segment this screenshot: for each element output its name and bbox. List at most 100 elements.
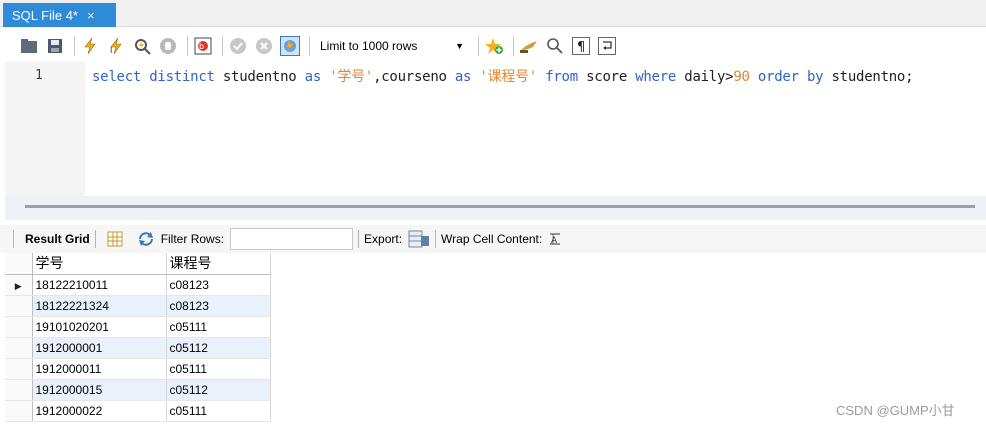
beautify-icon[interactable] [518,35,540,57]
table-row[interactable]: ▶ 18122210011 c08123 [5,274,271,296]
chevron-down-icon: ▼ [455,41,464,51]
wrap-lines-icon[interactable] [596,35,618,57]
filter-rows-label: Filter Rows: [160,232,225,246]
table-cell[interactable]: 18122221324 [32,295,167,317]
column-header[interactable]: 课程号 [166,253,271,275]
table-cell[interactable]: c05111 [166,316,271,338]
stop-icon[interactable] [157,35,179,57]
table-row[interactable]: 1912000001 c05112 [5,337,271,359]
sql-token-plain: daily> [684,69,734,85]
toolbar-divider [513,36,514,56]
panel-splitter[interactable] [25,205,975,208]
editor-toolbar: I b Limit to 1000 rows ▼ ¶ [0,30,986,62]
table-cell[interactable]: c08123 [166,295,271,317]
toolbar-divider [222,36,223,56]
explain-icon[interactable] [131,35,153,57]
table-cell[interactable]: 1912000015 [32,379,167,401]
save-icon[interactable] [44,35,66,57]
add-snippet-icon[interactable] [483,35,505,57]
table-cell[interactable]: c05111 [166,358,271,380]
table-row[interactable]: 19101020201 c05111 [5,316,271,338]
toolbar-divider [74,36,75,56]
find-icon[interactable] [544,35,566,57]
sql-editor[interactable]: 1 select distinct studentno as '学号',cour… [5,62,986,196]
refresh-icon[interactable] [137,231,155,247]
sql-token-kw: as [454,69,480,85]
wrap-cell-label: Wrap Cell Content: [441,232,543,246]
row-indicator [5,358,33,380]
table-row[interactable]: 1912000015 c05112 [5,379,271,401]
svg-text:I: I [110,46,112,55]
result-grid-tab[interactable]: Result Grid [25,232,90,246]
editor-footer [5,196,986,220]
toolbar-divider [94,230,96,248]
line-gutter: 1 [5,62,85,196]
limit-rows-label: Limit to 1000 rows [320,39,418,53]
sql-token-kw: from [545,69,587,85]
sql-token-plain: studentno [222,69,305,85]
grid-layout-icon[interactable] [107,231,123,247]
limit-rows-select[interactable]: Limit to 1000 rows ▼ [314,35,474,57]
rollback-icon[interactable] [253,35,275,57]
sql-token-num: 90 [733,69,758,85]
svg-text:A: A [551,236,558,246]
table-cell[interactable]: c05112 [166,337,271,359]
export-label: Export: [364,232,403,246]
sql-token-plain: ,courseno [373,69,455,85]
toolbar-divider [435,230,437,248]
row-indicator-header [5,253,33,275]
toolbar-divider [13,230,14,248]
toolbar-divider [478,36,479,56]
tab-title: SQL File 4* [12,7,78,23]
toggle-autocommit-icon[interactable] [279,35,301,57]
watermark: CSDN @GUMP小甘 [836,403,955,418]
column-header[interactable]: 学号 [32,253,167,275]
sql-token-kw: order by [757,69,832,85]
wrap-cell-icon[interactable]: A [548,232,562,246]
row-indicator [5,295,33,317]
sql-token-kw: select distinct [92,69,223,85]
sql-token-plain: studentno; [831,69,914,85]
sql-token-str: '课程号' [479,69,546,85]
svg-text:¶: ¶ [577,40,585,55]
table-cell[interactable]: c08123 [166,274,271,296]
folder-open-icon[interactable] [18,35,40,57]
toolbar-divider [358,230,360,248]
table-cell[interactable]: 19101020201 [32,316,167,338]
export-icon[interactable] [408,230,430,248]
tab-sql-file[interactable]: SQL File 4* × [3,3,116,27]
tab-strip: SQL File 4* × [0,0,986,27]
toolbar-divider [309,36,310,56]
table-cell[interactable]: c05111 [166,400,271,422]
svg-text:b: b [199,42,204,51]
table-cell[interactable]: 1912000022 [32,400,167,422]
filter-rows-input[interactable] [230,228,354,250]
close-icon[interactable]: × [87,8,95,23]
result-grid[interactable]: 学号 课程号 ▶ 18122210011 c08123 18122221324 … [5,253,271,422]
sql-token-kw: as [304,69,330,85]
code-line[interactable]: select distinct studentno as '学号',course… [92,66,914,86]
results-toolbar: Result Grid Filter Rows: Export: Wrap Ce… [0,225,986,253]
row-indicator [5,316,33,338]
table-row[interactable]: 18122221324 c08123 [5,295,271,317]
row-indicator [5,337,33,359]
table-cell[interactable]: 1912000011 [32,358,167,380]
execute-current-icon[interactable]: I [105,35,127,57]
invisible-chars-icon[interactable]: ¶ [570,35,592,57]
row-indicator [5,400,33,422]
table-cell[interactable]: 1912000001 [32,337,167,359]
line-number: 1 [35,68,43,83]
toggle-continue-icon[interactable]: b [192,35,214,57]
toolbar-divider [187,36,188,56]
table-cell[interactable]: 18122210011 [32,274,167,296]
commit-icon[interactable] [227,35,249,57]
sql-token-str: '学号' [329,69,374,85]
sql-token-plain: score [586,69,636,85]
table-row[interactable]: 1912000022 c05111 [5,400,271,422]
execute-icon[interactable] [79,35,101,57]
table-cell[interactable]: c05112 [166,379,271,401]
grid-header-row: 学号 课程号 [5,253,271,275]
row-indicator [5,379,33,401]
table-row[interactable]: 1912000011 c05111 [5,358,271,380]
row-indicator: ▶ [5,274,33,296]
